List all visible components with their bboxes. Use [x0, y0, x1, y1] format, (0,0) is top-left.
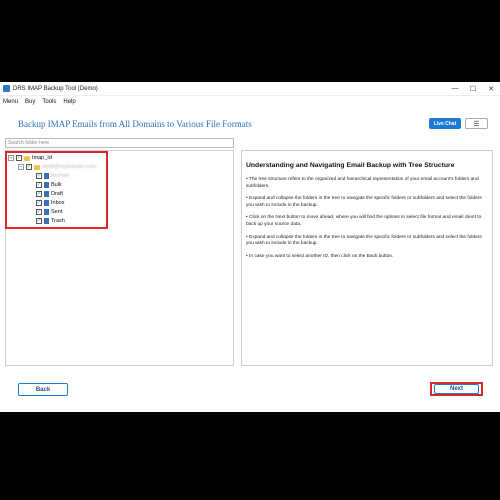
minimize-icon[interactable]: — [446, 85, 464, 92]
info-item: • In case you want to select another ID,… [246, 254, 488, 261]
menu-item-buy[interactable]: Buy [25, 99, 35, 105]
info-item: • Click on the Next button to move ahead… [246, 215, 488, 228]
info-item-text: In case you want to select another ID, t… [249, 253, 394, 259]
bullet-icon: • [246, 196, 248, 202]
menu-item-menu[interactable]: Menu [3, 99, 18, 105]
info-item-text: Expand and collapse the folders in the t… [246, 196, 482, 208]
next-button[interactable]: Next [434, 384, 479, 394]
bullet-icon: • [246, 177, 248, 182]
info-item: • Expand and collapse the folders in the… [246, 196, 488, 209]
menu-item-help[interactable]: Help [63, 99, 75, 105]
close-icon[interactable]: ✕ [482, 85, 500, 93]
page-header: Backup IMAP Emails from All Domains to V… [0, 116, 500, 136]
window-title: DRS IMAP Backup Tool (Demo) [13, 85, 98, 92]
app-window: DRS IMAP Backup Tool (Demo) — ☐ ✕ Menu B… [0, 82, 500, 412]
live-chat-button[interactable]: Live Chat [429, 118, 461, 129]
bullet-icon: • [246, 215, 248, 221]
tree-highlight-box [5, 151, 108, 229]
menu-item-tools[interactable]: Tools [42, 99, 56, 105]
app-icon [3, 85, 10, 92]
next-button-highlight: Next [430, 382, 483, 396]
info-item-text: The tree structure refers to the organiz… [246, 177, 479, 189]
info-item: • The tree structure refers to the organ… [246, 177, 488, 190]
info-title: Understanding and Navigating Email Backu… [246, 162, 455, 169]
bullet-icon: • [246, 234, 248, 240]
search-input[interactable]: Search folder here [5, 138, 234, 148]
hamburger-menu-icon[interactable]: ☰ [465, 118, 488, 129]
info-item-text: Click on the Next button to move ahead, … [246, 215, 482, 227]
title-bar: DRS IMAP Backup Tool (Demo) — ☐ ✕ [0, 82, 500, 96]
back-button[interactable]: Back [18, 383, 68, 396]
bullet-icon: • [246, 253, 248, 259]
info-panel: Understanding and Navigating Email Backu… [241, 150, 493, 366]
menu-bar: Menu Buy Tools Help [0, 96, 500, 107]
info-item: • Expand and collapse the folders in the… [246, 235, 488, 248]
info-item-text: Expand and collapse the folders in the t… [246, 234, 482, 247]
page-title: Backup IMAP Emails from All Domains to V… [18, 119, 252, 129]
maximize-icon[interactable]: ☐ [464, 85, 482, 93]
